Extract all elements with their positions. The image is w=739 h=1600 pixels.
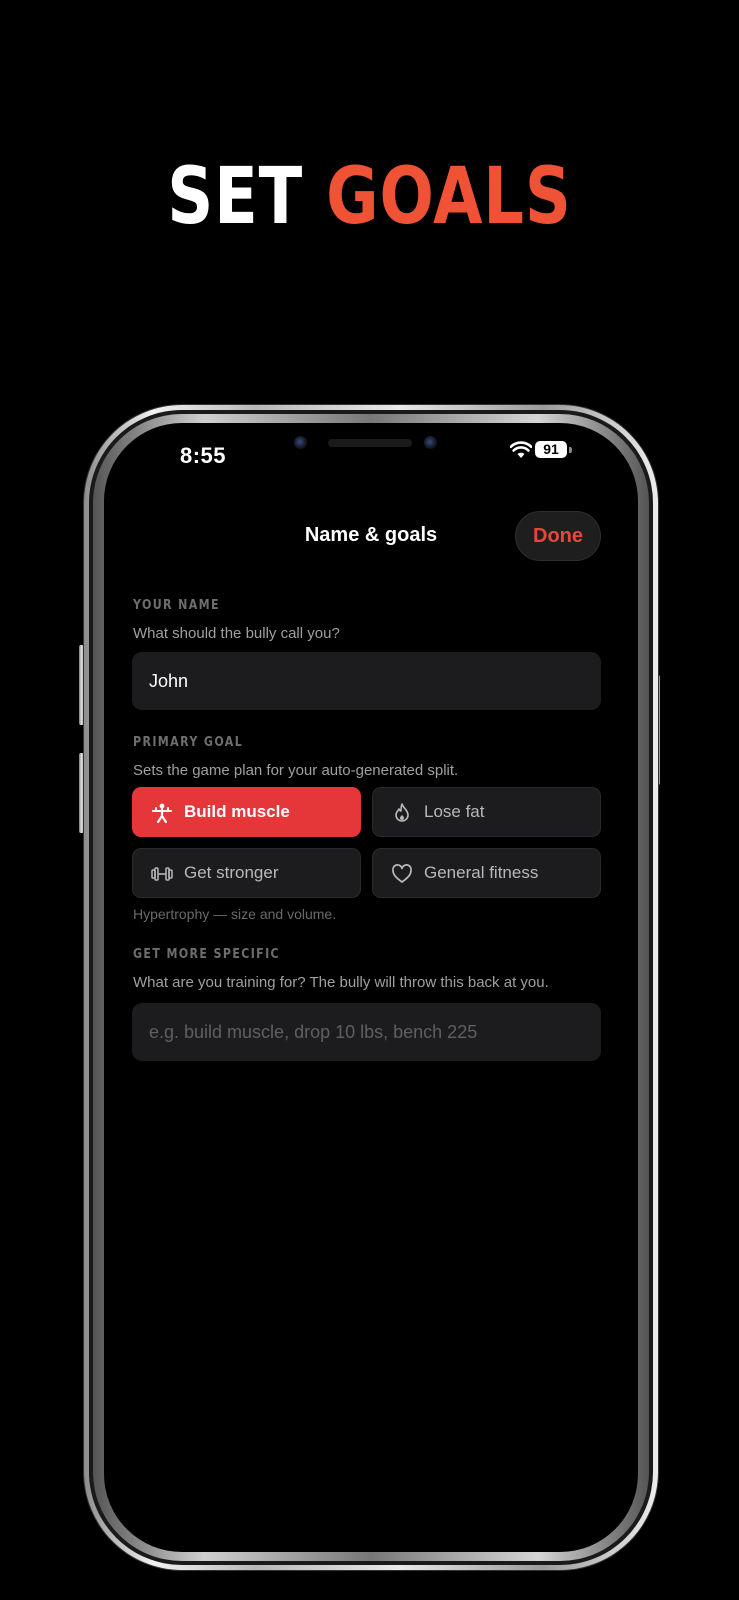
section-desc-get-more-specific: What are you training for? The bully wil… [133,974,549,991]
battery-indicator: 91 [535,441,567,458]
phone-screen: 8:55 91 Name & goals Done YOUR NAME What… [104,423,638,1552]
front-camera-icon [294,436,307,449]
done-button[interactable]: Done [515,511,601,561]
person-lifting-icon [152,803,172,824]
name-input[interactable]: John [132,652,601,710]
goal-label: General fitness [424,863,539,882]
wifi-icon [510,441,532,458]
goal-option-lose-fat[interactable]: Lose fat [372,787,601,837]
dumbbell-icon [151,867,173,881]
flame-icon [395,803,409,822]
section-label-get-more-specific: GET MORE SPECIFIC [133,947,281,962]
goal-label: Lose fat [424,802,485,821]
goal-hint: Hypertrophy — size and volume. [133,906,337,922]
specific-goal-input[interactable]: e.g. build muscle, drop 10 lbs, bench 22… [132,1003,601,1061]
headline-word-set: SET [167,152,304,242]
section-desc-primary-goal: Sets the game plan for your auto-generat… [133,762,459,779]
status-time: 8:55 [180,443,227,468]
marketing-headline: SET GOALS [67,158,673,236]
goal-label: Build muscle [184,802,290,821]
section-label-your-name: YOUR NAME [133,598,220,613]
goal-option-general-fitness[interactable]: General fitness [372,848,601,898]
headline-word-goals: GOALS [326,152,572,242]
section-label-primary-goal: PRIMARY GOAL [133,735,244,750]
goal-option-get-stronger[interactable]: Get stronger [132,848,361,898]
phone-frame: 8:55 91 Name & goals Done YOUR NAME What… [84,405,658,1570]
goal-label: Get stronger [184,863,279,882]
sensor-icon [424,436,437,449]
battery-tip [569,447,572,453]
earpiece-speaker [328,439,412,447]
heart-icon [392,864,412,883]
goal-option-build-muscle[interactable]: Build muscle [132,787,361,837]
section-desc-your-name: What should the bully call you? [133,625,340,642]
